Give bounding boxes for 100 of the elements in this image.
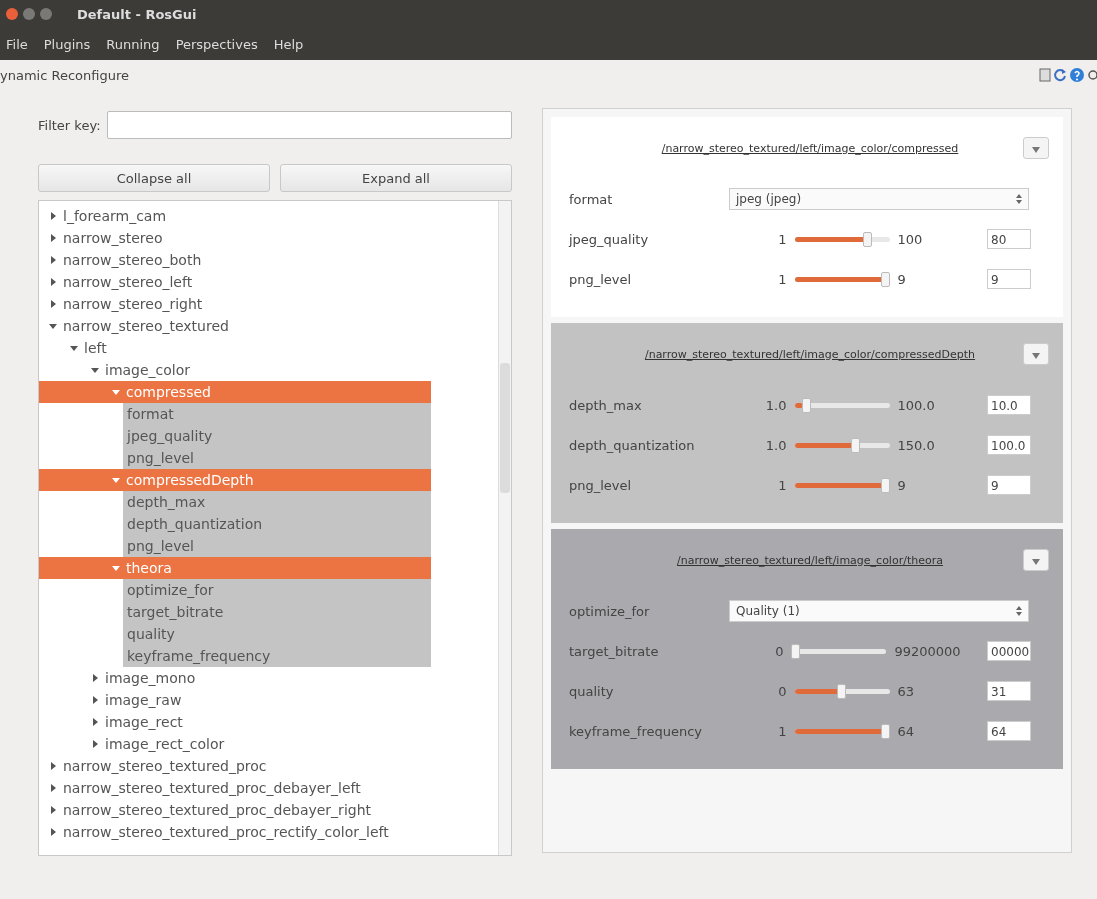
group-title-link[interactable]: /narrow_stereo_textured/left/image_color/theora <box>677 553 943 567</box>
help-icon[interactable] <box>1069 67 1085 83</box>
collapse-arrow-icon[interactable] <box>91 696 99 704</box>
collapse-arrow-icon[interactable] <box>49 278 57 286</box>
collapse-button[interactable] <box>1023 343 1049 365</box>
slider[interactable] <box>791 643 887 659</box>
max-label: 9 <box>897 477 907 493</box>
expand-arrow-icon[interactable] <box>91 366 99 374</box>
scrollbar[interactable] <box>498 201 511 855</box>
max-label: 9 <box>897 271 907 287</box>
value-field[interactable]: 100.0 <box>987 435 1031 455</box>
tree-item[interactable]: keyframe_frequency <box>123 645 431 667</box>
parameter-label: quality <box>569 683 615 699</box>
parameter-label: target_bitrate <box>569 643 660 659</box>
caret-icon <box>1032 352 1040 359</box>
tree-item[interactable]: l_forearm_cam <box>39 205 167 227</box>
group-title-link[interactable]: /narrow_stereo_textured/left/image_color/compressed <box>661 141 959 155</box>
tree-item[interactable]: png_level <box>123 535 431 557</box>
collapse-button[interactable] <box>1023 549 1049 571</box>
group-title-link[interactable]: /narrow_stereo_textured/left/image_color/compressedDepth <box>644 347 976 361</box>
parameter-label: depth_quantization <box>569 437 696 453</box>
expand-arrow-icon[interactable] <box>49 322 57 330</box>
tree-item[interactable]: format <box>123 403 431 425</box>
menu-item[interactable]: Running <box>106 36 160 52</box>
slider[interactable] <box>794 477 890 493</box>
filter-label: Filter key: <box>38 117 101 133</box>
collapse-arrow-icon[interactable] <box>49 300 57 308</box>
collapse-arrow-icon[interactable] <box>49 256 57 264</box>
tree-item[interactable]: jpeg_quality <box>123 425 431 447</box>
tree-item[interactable]: image_rect <box>81 711 183 733</box>
tree-item[interactable]: optimize_for <box>123 579 431 601</box>
slider[interactable] <box>794 683 890 699</box>
tree-item[interactable]: left <box>60 337 107 359</box>
tree-item[interactable]: image_mono <box>81 667 196 689</box>
slider[interactable] <box>794 271 890 287</box>
value-field[interactable]: 00000 <box>987 641 1031 661</box>
min-label: 0 <box>777 683 787 699</box>
value-field[interactable]: 31 <box>987 681 1031 701</box>
collapse-arrow-icon[interactable] <box>91 674 99 682</box>
tree-item[interactable]: image_raw <box>81 689 182 711</box>
dropdown[interactable]: Quality (1) <box>729 600 1029 622</box>
collapse-arrow-icon[interactable] <box>91 740 99 748</box>
slider[interactable] <box>794 723 890 739</box>
tree-item[interactable]: png_level <box>123 447 431 469</box>
menu-item[interactable]: Perspectives <box>175 36 258 52</box>
document-icon[interactable] <box>1039 68 1051 82</box>
collapse-arrow-icon[interactable] <box>49 212 57 220</box>
collapse-arrow-icon[interactable] <box>91 718 99 726</box>
collapse-arrow-icon[interactable] <box>49 828 57 836</box>
value-field[interactable]: 10.0 <box>987 395 1031 415</box>
tree-item[interactable]: depth_max <box>123 491 431 513</box>
tree-item[interactable]: image_rect_color <box>81 733 225 755</box>
dropdown[interactable]: jpeg (jpeg) <box>729 188 1029 210</box>
parameter-label: png_level <box>569 271 633 287</box>
maximize-icon[interactable] <box>40 8 52 20</box>
tree-item[interactable]: narrow_stereo_right <box>39 293 203 315</box>
tree-button[interactable]: Collapse all <box>38 164 270 192</box>
tree-item[interactable]: narrow_stereo_textured_proc_debayer_right <box>39 799 371 821</box>
parameter-label: png_level <box>569 477 633 493</box>
parameter-label: optimize_for <box>569 603 651 619</box>
tree-item[interactable]: narrow_stereo_left <box>39 271 193 293</box>
tree-item[interactable]: narrow_stereo_textured_proc_debayer_left <box>39 777 361 799</box>
min-label: 0 <box>774 643 784 659</box>
filter-field[interactable] <box>106 111 512 139</box>
max-label: 150.0 <box>897 437 936 453</box>
parameter-label: keyframe_frequency <box>569 723 703 739</box>
expand-arrow-icon[interactable] <box>70 344 78 352</box>
tree-item[interactable]: target_bitrate <box>123 601 431 623</box>
close-icon[interactable] <box>6 8 18 20</box>
value-field[interactable]: 9 <box>987 475 1031 495</box>
slider[interactable] <box>794 231 890 247</box>
slider[interactable] <box>794 437 890 453</box>
refresh-icon[interactable] <box>1053 68 1067 82</box>
tree-item[interactable]: narrow_stereo_both <box>39 249 202 271</box>
menu-item[interactable]: File <box>6 36 28 52</box>
tree-item[interactable]: narrow_stereo_textured <box>39 315 229 337</box>
caret-icon <box>1032 558 1040 565</box>
collapse-button[interactable] <box>1023 137 1049 159</box>
max-label: 64 <box>897 723 916 739</box>
caret-icon <box>1032 146 1040 153</box>
minimize-icon[interactable] <box>23 8 35 20</box>
value-field[interactable]: 80 <box>987 229 1031 249</box>
collapse-arrow-icon[interactable] <box>49 784 57 792</box>
tree-item[interactable]: quality <box>123 623 431 645</box>
collapse-arrow-icon[interactable] <box>49 762 57 770</box>
tree-item[interactable]: narrow_stereo <box>39 227 163 249</box>
tree-button[interactable]: Expand all <box>280 164 512 192</box>
slider[interactable] <box>794 397 890 413</box>
menu-item[interactable]: Plugins <box>43 36 91 52</box>
parameter-label: format <box>569 191 614 207</box>
value-field[interactable]: 64 <box>987 721 1031 741</box>
value-field[interactable]: 9 <box>987 269 1031 289</box>
menu-item[interactable]: Help <box>273 36 304 52</box>
tree-item[interactable]: narrow_stereo_textured_proc_rectify_color_left <box>39 821 389 843</box>
collapse-arrow-icon[interactable] <box>49 806 57 814</box>
tree-item[interactable]: narrow_stereo_textured_proc <box>39 755 267 777</box>
tree-item[interactable]: depth_quantization <box>123 513 431 535</box>
tree-item[interactable]: image_color <box>81 359 191 381</box>
collapse-arrow-icon[interactable] <box>49 234 57 242</box>
max-label: 100 <box>897 231 924 247</box>
